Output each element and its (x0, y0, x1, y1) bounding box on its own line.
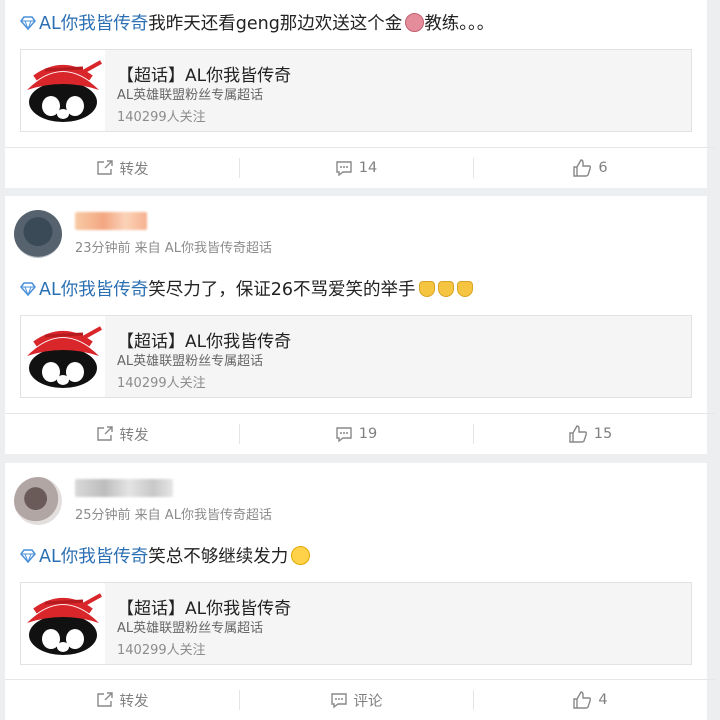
topic-card-followers: 140299人关注 (117, 643, 206, 658)
topic-card-followers: 140299人关注 (117, 376, 206, 391)
topic-link[interactable]: AL你我皆传奇 (20, 10, 148, 35)
action-bar: 转发 评论 4 (5, 680, 707, 720)
raise-hand-emoji (456, 280, 473, 297)
blush-emoji (291, 546, 311, 565)
comment-icon (336, 161, 352, 177)
repost-button[interactable]: 转发 (5, 414, 239, 454)
post-meta: 25分钟前 来自 AL你我皆传奇超话 (75, 508, 272, 523)
username-blurred[interactable] (75, 479, 173, 497)
topic-card-followers: 140299人关注 (117, 110, 206, 125)
comment-icon (330, 693, 347, 709)
topic-link[interactable]: AL你我皆传奇 (20, 276, 148, 301)
repost-button[interactable]: 转发 (5, 680, 239, 720)
post-text-1: AL你我皆传奇 我昨天还看geng那边欢送这个金 教练。。。 (20, 10, 494, 35)
action-bar: 转发 19 15 (5, 414, 707, 454)
raise-hand-emoji (437, 280, 454, 297)
avatar[interactable] (14, 210, 62, 258)
topic-card-subtitle: AL英雄联盟粉丝专属超话 (117, 621, 264, 636)
post-meta: 23分钟前 来自 AL你我皆传奇超话 (75, 241, 272, 256)
post-text-3: AL你我皆传奇 笑总不够继续发力 (20, 543, 311, 568)
post-text-2: AL你我皆传奇 笑尽力了，保证26不骂爱笑的举手 (20, 276, 473, 301)
thumbs-up-icon (573, 691, 592, 709)
topic-card-title: 【超话】AL你我皆传奇 (117, 599, 292, 619)
topic-logo-icon (21, 316, 105, 397)
comment-button[interactable]: 19 (239, 414, 473, 454)
post-author: 25分钟前 来自 AL你我皆传奇超话 (14, 477, 272, 525)
topic-card-title: 【超话】AL你我皆传奇 (117, 66, 292, 86)
topic-card-subtitle: AL英雄联盟粉丝专属超话 (117, 354, 264, 369)
diamond-icon (20, 549, 36, 563)
topic-card-title: 【超话】AL你我皆传奇 (117, 332, 292, 352)
avatar[interactable] (14, 477, 62, 525)
action-bar: 转发 14 6 (5, 148, 707, 188)
topic-card[interactable]: 【超话】AL你我皆传奇 AL英雄联盟粉丝专属超话 140299人关注 (20, 582, 692, 665)
like-button[interactable]: 15 (473, 414, 707, 454)
diamond-icon (20, 16, 36, 30)
post-author: 23分钟前 来自 AL你我皆传奇超话 (14, 210, 272, 258)
topic-logo-icon (21, 583, 105, 664)
thumbs-up-icon (573, 159, 592, 177)
thumbs-up-icon (569, 425, 587, 443)
share-icon (96, 692, 113, 707)
pig-emoji (405, 13, 425, 32)
topic-card[interactable]: 【超话】AL你我皆传奇 AL英雄联盟粉丝专属超话 140299人关注 (20, 315, 692, 398)
topic-logo-icon (21, 50, 105, 131)
raise-hand-emoji (418, 280, 435, 297)
share-icon (96, 160, 113, 175)
repost-button[interactable]: 转发 (5, 148, 239, 188)
comment-button[interactable]: 14 (239, 148, 473, 188)
topic-card[interactable]: 【超话】AL你我皆传奇 AL英雄联盟粉丝专属超话 140299人关注 (20, 49, 692, 132)
like-button[interactable]: 6 (473, 148, 707, 188)
diamond-icon (20, 282, 36, 296)
topic-card-subtitle: AL英雄联盟粉丝专属超话 (117, 88, 264, 103)
topic-link[interactable]: AL你我皆传奇 (20, 543, 148, 568)
username-blurred[interactable] (75, 212, 147, 230)
like-button[interactable]: 4 (473, 680, 707, 720)
comment-icon (336, 427, 352, 443)
share-icon (96, 426, 113, 441)
comment-button[interactable]: 评论 (239, 680, 473, 720)
